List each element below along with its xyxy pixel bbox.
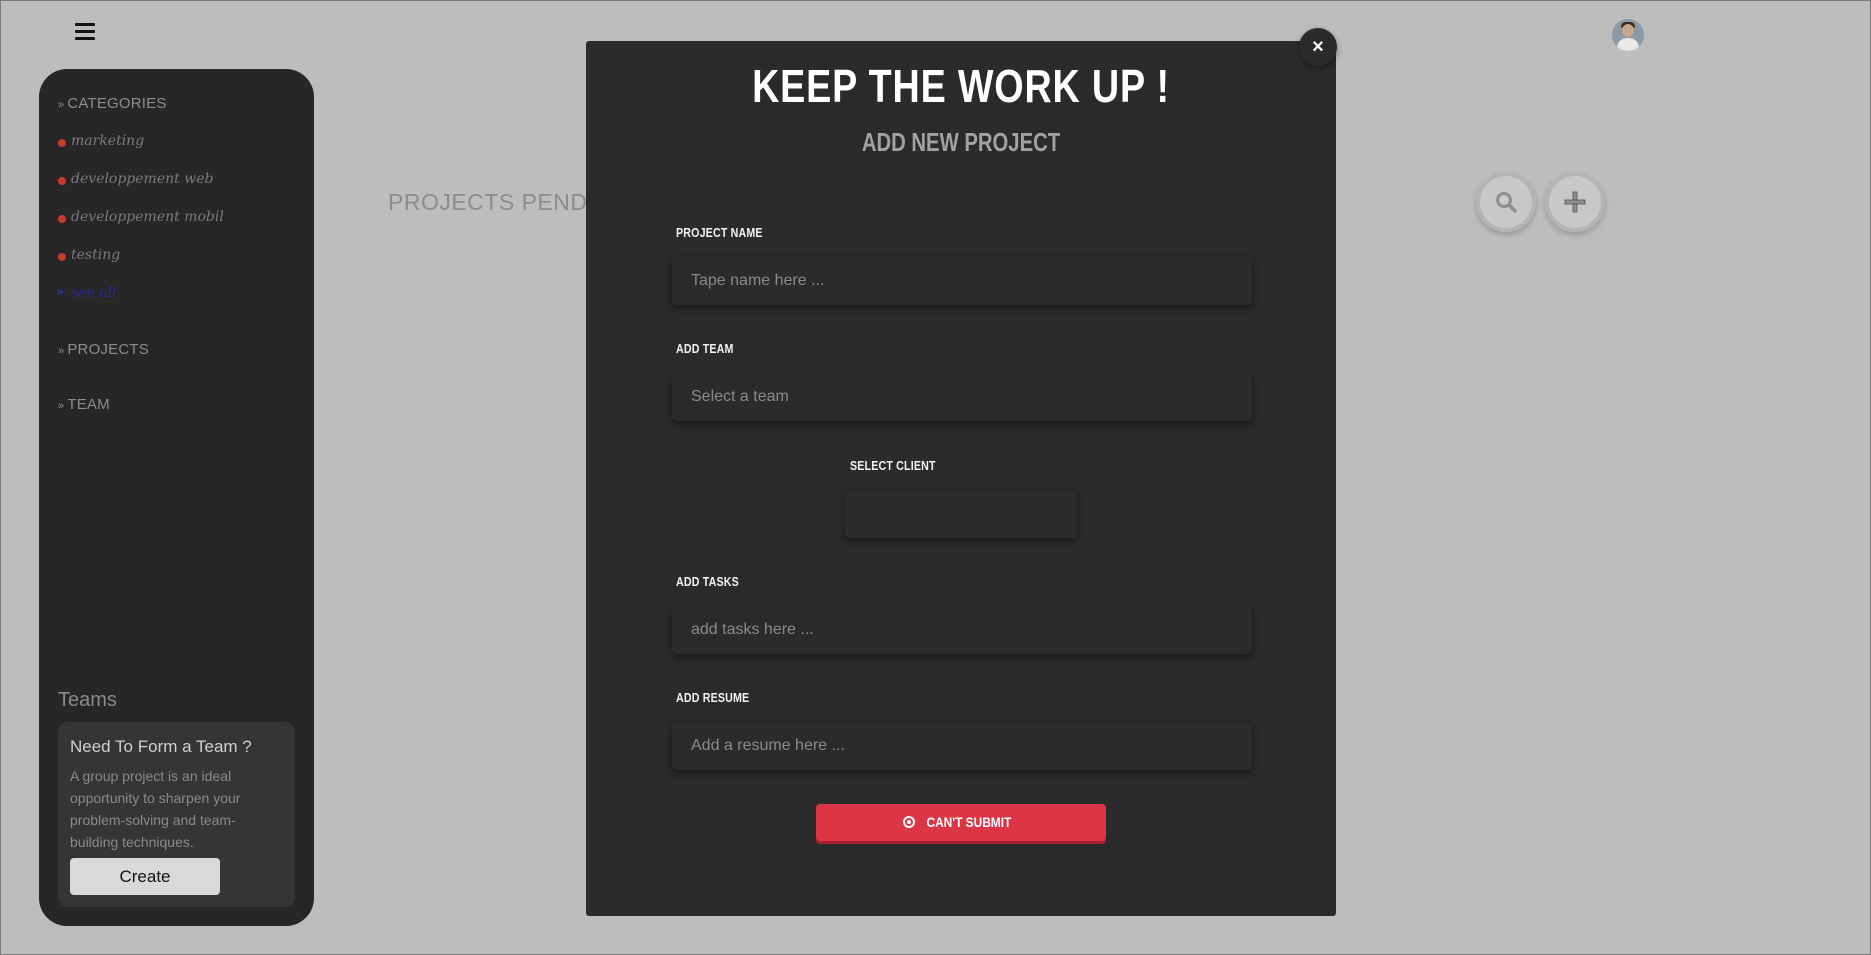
teams-card-heading: Need To Form a Team ? xyxy=(70,737,252,756)
client-select[interactable] xyxy=(845,490,1077,538)
chevron-double-right-icon: » xyxy=(56,285,64,300)
see-all-label: see all xyxy=(71,285,117,301)
category-dot-icon xyxy=(58,215,66,223)
add-project-button[interactable] xyxy=(1545,172,1605,232)
page-backdrop: » CATEGORIES marketing developpement web … xyxy=(0,0,1871,955)
modal-subtitle: ADD NEW PROJECT xyxy=(861,127,1061,157)
avatar[interactable] xyxy=(1612,19,1644,51)
category-label: testing xyxy=(71,247,121,263)
team-label: ADD TEAM xyxy=(676,341,734,356)
categories-heading[interactable]: » CATEGORIES xyxy=(58,95,167,112)
menu-icon[interactable] xyxy=(75,23,95,40)
see-all-link[interactable]: » see all xyxy=(56,285,117,301)
add-project-modal: KEEP THE WORK UP ! ADD NEW PROJECT PROJE… xyxy=(586,41,1336,916)
client-label: SELECT CLIENT xyxy=(850,458,936,473)
plus-icon xyxy=(1564,191,1586,213)
categories-heading-label: CATEGORIES xyxy=(67,95,167,112)
category-dot-icon xyxy=(58,253,66,261)
team-heading-label: TEAM xyxy=(67,396,110,413)
ban-icon xyxy=(903,816,916,828)
project-name-label: PROJECT NAME xyxy=(676,225,763,240)
chevron-double-right-icon: » xyxy=(58,400,65,412)
category-dot-icon xyxy=(58,139,66,147)
submit-label: CAN'T SUBMIT xyxy=(926,814,1012,830)
category-label: developpement mobil xyxy=(71,209,224,225)
projects-heading-label: PROJECTS xyxy=(67,341,149,358)
tasks-label: ADD TASKS xyxy=(676,574,739,589)
search-button[interactable] xyxy=(1476,172,1536,232)
chevron-double-right-icon: » xyxy=(58,345,65,357)
category-item-testing[interactable]: testing xyxy=(58,247,121,263)
category-label: marketing xyxy=(71,133,145,149)
teams-card: Need To Form a Team ? A group project is… xyxy=(58,722,295,907)
search-icon xyxy=(1496,192,1517,213)
close-icon[interactable]: × xyxy=(1299,28,1337,66)
teams-card-body: A group project is an ideal opportunity … xyxy=(70,768,241,850)
category-item-marketing[interactable]: marketing xyxy=(58,133,145,149)
teams-title: Teams xyxy=(58,689,117,711)
resume-label: ADD RESUME xyxy=(676,690,750,705)
project-name-input[interactable]: Tape name here ... xyxy=(672,257,1252,305)
team-heading[interactable]: » TEAM xyxy=(58,396,110,413)
category-item-mobile[interactable]: developpement mobil xyxy=(58,209,224,225)
category-label: developpement web xyxy=(71,171,214,187)
category-item-web[interactable]: developpement web xyxy=(58,171,214,187)
team-select[interactable]: Select a team xyxy=(672,373,1252,421)
sidebar: » CATEGORIES marketing developpement web … xyxy=(39,69,314,926)
resume-input[interactable]: Add a resume here ... xyxy=(672,722,1252,770)
chevron-double-down-icon: » xyxy=(58,99,65,111)
category-dot-icon xyxy=(58,177,66,185)
tasks-input[interactable]: add tasks here ... xyxy=(672,606,1252,654)
modal-title: KEEP THE WORK UP ! xyxy=(752,60,1170,112)
projects-heading[interactable]: » PROJECTS xyxy=(58,341,149,358)
create-team-button[interactable]: Create xyxy=(70,858,220,895)
submit-button[interactable]: CAN'T SUBMIT xyxy=(816,804,1106,841)
